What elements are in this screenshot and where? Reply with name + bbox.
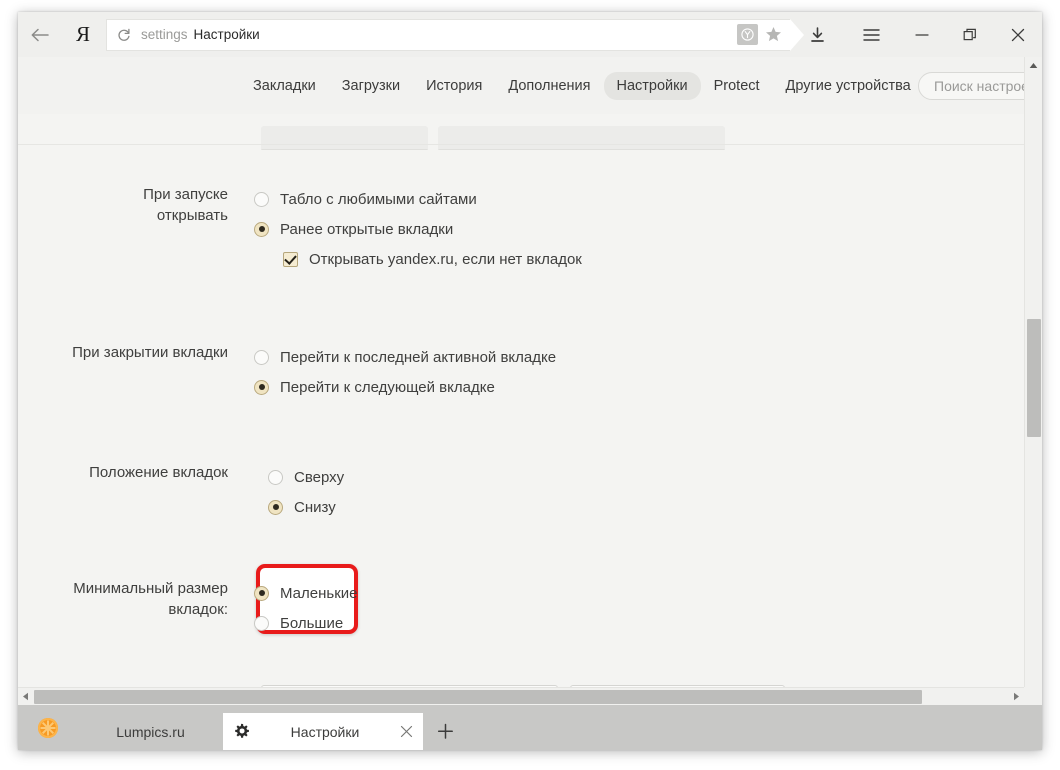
plus-icon: [437, 723, 454, 740]
menu-button[interactable]: [844, 12, 898, 57]
nav-tab-settings[interactable]: Настройки: [604, 72, 701, 100]
section-divider: [18, 144, 1024, 145]
setting-row-tab-close: При закрытии вкладки Перейти к последней…: [32, 342, 556, 402]
star-bookmark-icon[interactable]: [765, 26, 782, 43]
radio-small-tabs[interactable]: [254, 586, 269, 601]
back-button[interactable]: [18, 12, 62, 57]
settings-nav-items: Закладки Загрузки История Дополнения Нас…: [240, 72, 924, 100]
setting-options-tab-close: Перейти к последней активной вкладке Пер…: [254, 342, 556, 402]
nav-tab-other-devices[interactable]: Другие устройства: [773, 72, 924, 100]
restore-button[interactable]: [946, 12, 994, 57]
option-next-tab[interactable]: Перейти к следующей вкладке: [254, 372, 556, 402]
tab-lumpics[interactable]: Lumpics.ru: [78, 713, 223, 750]
url-title: Настройки: [194, 27, 260, 42]
back-arrow-icon: [31, 28, 49, 42]
option-large-tabs[interactable]: Большие: [254, 608, 357, 638]
scroll-left-arrow-icon[interactable]: [18, 688, 33, 705]
nav-tab-addons[interactable]: Дополнения: [495, 72, 603, 100]
vertical-scrollbar[interactable]: [1024, 57, 1042, 705]
tab-settings-active[interactable]: Настройки: [223, 713, 423, 750]
reload-button[interactable]: [107, 28, 141, 42]
url-scheme: settings: [141, 27, 188, 42]
radio-restore-tabs[interactable]: [254, 222, 269, 237]
browser-toolbar: Я settings Настройки: [18, 12, 1042, 57]
yandex-logo[interactable]: Я: [62, 12, 104, 57]
option-restore-tabs[interactable]: Ранее открытые вкладки: [254, 214, 582, 244]
option-tabs-top[interactable]: Сверху: [268, 462, 344, 492]
nav-tab-bookmarks[interactable]: Закладки: [240, 72, 329, 100]
scroll-up-arrow-icon[interactable]: [1025, 57, 1042, 74]
settings-nav-bar: Закладки Загрузки История Дополнения Нас…: [18, 57, 1024, 114]
clipped-controls-top: [18, 114, 1024, 144]
scroll-right-arrow-icon[interactable]: [1009, 688, 1024, 705]
horizontal-scrollbar-thumb[interactable]: [34, 690, 922, 704]
settings-search-placeholder: Поиск настроек: [934, 78, 1035, 94]
nav-tab-protect[interactable]: Protect: [701, 72, 773, 100]
option-small-tabs[interactable]: Маленькие: [254, 578, 357, 608]
reload-icon: [117, 28, 131, 42]
address-bar[interactable]: settings Настройки: [106, 19, 790, 51]
browser-window: Я settings Настройки: [18, 12, 1042, 750]
close-button[interactable]: [994, 12, 1042, 57]
radio-dashboard[interactable]: [254, 192, 269, 207]
option-last-active-tab[interactable]: Перейти к последней активной вкладке: [254, 342, 556, 372]
option-dashboard[interactable]: Табло с любимыми сайтами: [254, 184, 582, 214]
setting-label-startup: При запуске открывать: [32, 184, 228, 274]
setting-label-tab-position: Положение вкладок: [32, 462, 228, 522]
download-icon: [810, 27, 825, 43]
setting-options-tab-position: Сверху Снизу: [268, 462, 344, 522]
radio-large-tabs[interactable]: [254, 616, 269, 631]
setting-row-min-tab-size: Минимальный размер вкладок: Маленькие Бо…: [32, 578, 357, 638]
nav-tab-downloads[interactable]: Загрузки: [329, 72, 413, 100]
radio-last-active-tab[interactable]: [254, 350, 269, 365]
close-window-icon: [1011, 28, 1025, 42]
setting-options-startup: Табло с любимыми сайтами Ранее открытые …: [254, 184, 582, 274]
hamburger-menu-icon: [863, 28, 880, 42]
bottom-tab-bar: Lumpics.ru Настройки: [18, 705, 1042, 750]
setting-options-min-tab-size: Маленькие Большие: [254, 578, 357, 638]
new-tab-button[interactable]: [423, 713, 467, 750]
scrollbar-corner: [1024, 687, 1042, 705]
setting-row-startup: При запуске открывать Табло с любимыми с…: [32, 184, 582, 274]
omnibox-actions: [737, 24, 790, 45]
radio-next-tab[interactable]: [254, 380, 269, 395]
minimize-button[interactable]: [898, 12, 946, 57]
setting-row-tab-position: Положение вкладок Сверху Снизу: [32, 462, 344, 522]
nav-tab-history[interactable]: История: [413, 72, 495, 100]
horizontal-scrollbar[interactable]: [18, 687, 1024, 705]
vertical-scrollbar-thumb[interactable]: [1027, 319, 1041, 437]
minimize-icon: [915, 30, 929, 40]
yandex-badge-icon[interactable]: [737, 24, 758, 45]
tab-title-lumpics: Lumpics.ru: [116, 724, 184, 740]
citrus-favicon: [38, 718, 58, 738]
setting-label-min-tab-size: Минимальный размер вкладок:: [32, 578, 228, 638]
settings-content: При запуске открывать Табло с любимыми с…: [18, 114, 1024, 705]
restore-window-icon: [963, 28, 977, 42]
checkbox-open-yandex[interactable]: [283, 252, 298, 267]
option-open-yandex[interactable]: Открывать yandex.ru, если нет вкладок: [283, 244, 582, 274]
tab-title-settings: Настройки: [250, 724, 400, 740]
close-tab-icon[interactable]: [400, 725, 413, 738]
radio-tabs-top[interactable]: [268, 470, 283, 485]
clipped-control-b: [438, 126, 725, 150]
gear-icon: [233, 723, 250, 740]
clipped-control-a: [261, 126, 428, 150]
setting-label-tab-close: При закрытии вкладки: [32, 342, 228, 402]
radio-tabs-bottom[interactable]: [268, 500, 283, 515]
site-favicon-slot: [18, 705, 78, 750]
option-tabs-bottom[interactable]: Снизу: [268, 492, 344, 522]
